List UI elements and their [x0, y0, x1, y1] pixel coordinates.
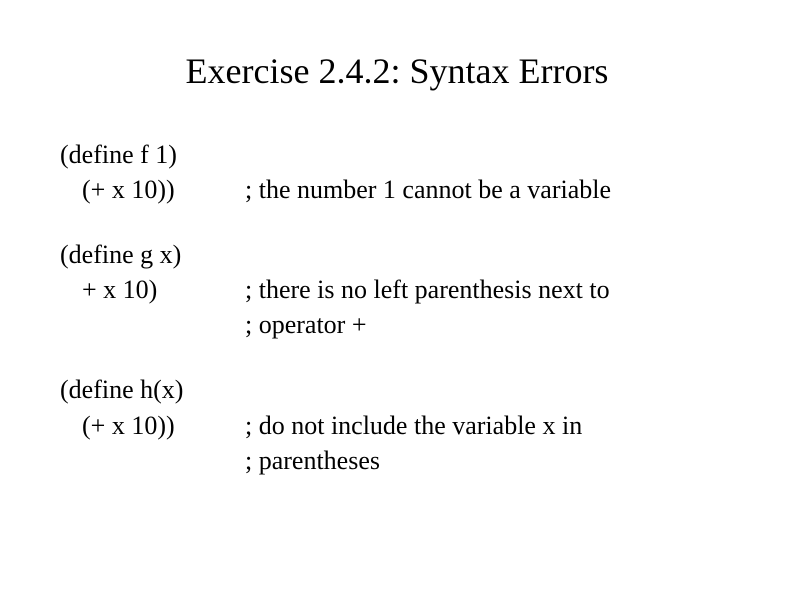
code-line: (define f 1) — [60, 137, 245, 172]
comment-line: ; there is no left parenthesis next to — [245, 272, 734, 307]
code-line: (define g x) — [60, 237, 245, 272]
example-block: (define g x) + x 10) ; there is no left … — [60, 237, 734, 342]
page-title: Exercise 2.4.2: Syntax Errors — [60, 50, 734, 92]
code-line: (define h(x) — [60, 372, 245, 407]
comment-line: ; the number 1 cannot be a variable — [245, 172, 734, 207]
code-line: (+ x 10)) — [60, 172, 245, 207]
example-block: (define h(x) (+ x 10)) ; do not include … — [60, 372, 734, 477]
code-line: + x 10) — [60, 272, 245, 307]
content-area: (define f 1) (+ x 10)) ; the number 1 ca… — [60, 137, 734, 478]
comment-line: ; operator + — [245, 307, 734, 342]
example-block: (define f 1) (+ x 10)) ; the number 1 ca… — [60, 137, 734, 207]
code-line: (+ x 10)) — [60, 408, 245, 443]
comment-line: ; do not include the variable x in — [245, 408, 734, 443]
comment-line: ; parentheses — [245, 443, 734, 478]
